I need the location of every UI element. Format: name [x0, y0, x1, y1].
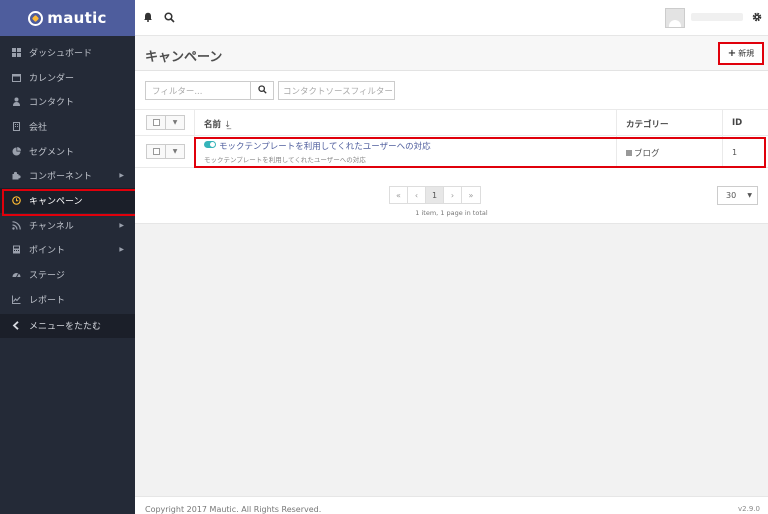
sidebar-item-segments[interactable]: セグメント [0, 139, 135, 164]
chevron-down-icon[interactable]: ▼ [166, 116, 184, 129]
gear-icon[interactable] [752, 12, 762, 22]
calendar-icon [11, 72, 21, 82]
page-1-button[interactable]: 1 [426, 187, 444, 203]
new-button-label: 新規 [738, 49, 755, 58]
avatar[interactable] [665, 8, 685, 28]
filter-search-button[interactable] [251, 81, 274, 100]
pagination: « ‹ 1 › » [389, 186, 481, 204]
caret-right-icon: ▶ [119, 246, 124, 254]
contact-source-filter[interactable]: コンタクトソースフィルター [278, 81, 395, 100]
pie-chart-icon [11, 146, 21, 156]
calculator-icon [11, 245, 21, 255]
sidebar-item-companies[interactable]: 会社 [0, 114, 135, 139]
sidebar-item-reports[interactable]: レポート [0, 287, 135, 312]
sidebar-item-label: キャンペーン [29, 196, 83, 207]
column-header-id[interactable]: ID [732, 118, 742, 128]
sidebar-item-label: チャンネル [29, 221, 74, 232]
row-checkbox[interactable] [147, 145, 166, 158]
bulk-select-group[interactable]: ▼ [146, 115, 185, 130]
gauge-icon [11, 270, 21, 280]
first-page-button[interactable]: « [390, 187, 408, 203]
logo-text: mautic [47, 9, 107, 27]
bell-icon[interactable] [143, 12, 153, 22]
sidebar-item-components[interactable]: コンポーネント ▶ [0, 163, 135, 188]
version: v2.9.0 [738, 505, 760, 513]
search-icon [257, 84, 267, 97]
page-header: キャンペーン + 新規 [135, 36, 768, 71]
sidebar-item-label: ポイント [29, 246, 66, 257]
sort-icon: ↓̲ [223, 120, 232, 130]
sidebar-item-label: コンポーネント [29, 172, 93, 183]
logo[interactable]: mautic [0, 0, 135, 36]
sidebar-item-channels[interactable]: チャンネル ▶ [0, 213, 135, 238]
table-row: ▼ モックテンプレートを利用してくれたユーザーへの対応 モックテンプレートを利用… [135, 135, 768, 168]
chevron-left-icon [11, 321, 21, 331]
sidebar-item-calendar[interactable]: カレンダー [0, 65, 135, 90]
sidebar-item-dashboard[interactable]: ダッシュボード [0, 40, 135, 65]
top-bar [135, 0, 768, 36]
filter-input[interactable]: フィルター... [145, 81, 251, 100]
pagination-info: 1 item, 1 page in total [415, 209, 488, 217]
new-campaign-button[interactable]: + 新規 [718, 42, 764, 65]
page-limit-select[interactable]: 30 ▼ [717, 186, 758, 205]
campaign-table: ▼ 名前 ↓̲ カテゴリー ID ▼ モックテンプレートを利用してくれたユーザー… [135, 109, 768, 168]
caret-right-icon: ▶ [119, 172, 124, 180]
sidebar-item-points[interactable]: ポイント ▶ [0, 238, 135, 263]
collapse-menu-label: メニューをたたむ [29, 322, 102, 333]
campaign-category: ブログ [626, 147, 660, 159]
sidebar-item-stages[interactable]: ステージ [0, 262, 135, 287]
plus-icon: + [727, 48, 737, 59]
sidebar-item-contacts[interactable]: コンタクト [0, 89, 135, 114]
sidebar-item-label: ダッシュボード [29, 48, 93, 59]
select-all-checkbox[interactable] [147, 116, 166, 129]
sidebar-item-label: セグメント [29, 147, 75, 158]
dashboard-icon [11, 47, 21, 57]
sidebar-item-campaigns[interactable]: キャンペーン [0, 188, 137, 216]
column-header-name[interactable]: 名前 ↓̲ [204, 118, 231, 130]
sidebar-item-label: 会社 [29, 122, 48, 133]
last-page-button[interactable]: » [462, 187, 480, 203]
campaign-id: 1 [732, 148, 738, 157]
prev-page-button[interactable]: ‹ [408, 187, 426, 203]
category-color-icon [626, 150, 632, 156]
user-name[interactable] [691, 13, 743, 21]
published-toggle[interactable] [204, 141, 216, 148]
sidebar-nav: ダッシュボード カレンダー コンタクト 会社 セグメント コンポーネント ▶ キ… [0, 36, 137, 339]
rss-icon [11, 220, 21, 230]
sidebar-item-label: カレンダー [29, 73, 75, 84]
page-title: キャンペーン [145, 50, 223, 65]
clock-icon [11, 195, 21, 205]
campaign-description: モックテンプレートを利用してくれたユーザーへの対応 [204, 156, 366, 164]
sidebar-item-label: レポート [29, 295, 66, 306]
copyright: Copyright 2017 Mautic. All Rights Reserv… [145, 505, 322, 514]
puzzle-icon [11, 171, 21, 181]
line-chart-icon [11, 294, 21, 304]
column-header-category[interactable]: カテゴリー [626, 118, 669, 130]
mautic-logo-icon [28, 10, 44, 26]
search-icon[interactable] [164, 12, 175, 23]
campaign-list-panel: フィルター... コンタクトソースフィルター ▼ 名前 ↓̲ カテゴリー ID [135, 71, 768, 224]
sidebar-item-label: コンタクト [29, 98, 75, 109]
table-header-row: ▼ 名前 ↓̲ カテゴリー ID [135, 109, 768, 135]
sidebar: mautic ダッシュボード カレンダー コンタクト 会社 セグメント コンポー… [0, 0, 137, 514]
row-select-group[interactable]: ▼ [146, 144, 185, 159]
chevron-down-icon[interactable]: ▼ [166, 145, 184, 158]
next-page-button[interactable]: › [444, 187, 462, 203]
caret-right-icon: ▶ [119, 221, 124, 229]
building-icon [11, 121, 21, 131]
user-icon [11, 97, 21, 107]
footer: Copyright 2017 Mautic. All Rights Reserv… [135, 496, 768, 514]
campaign-name-link[interactable]: モックテンプレートを利用してくれたユーザーへの対応 [219, 140, 431, 152]
chevron-down-icon: ▼ [747, 192, 752, 199]
sidebar-item-label: ステージ [29, 271, 65, 282]
collapse-menu-button[interactable]: メニューをたたむ [0, 313, 135, 339]
